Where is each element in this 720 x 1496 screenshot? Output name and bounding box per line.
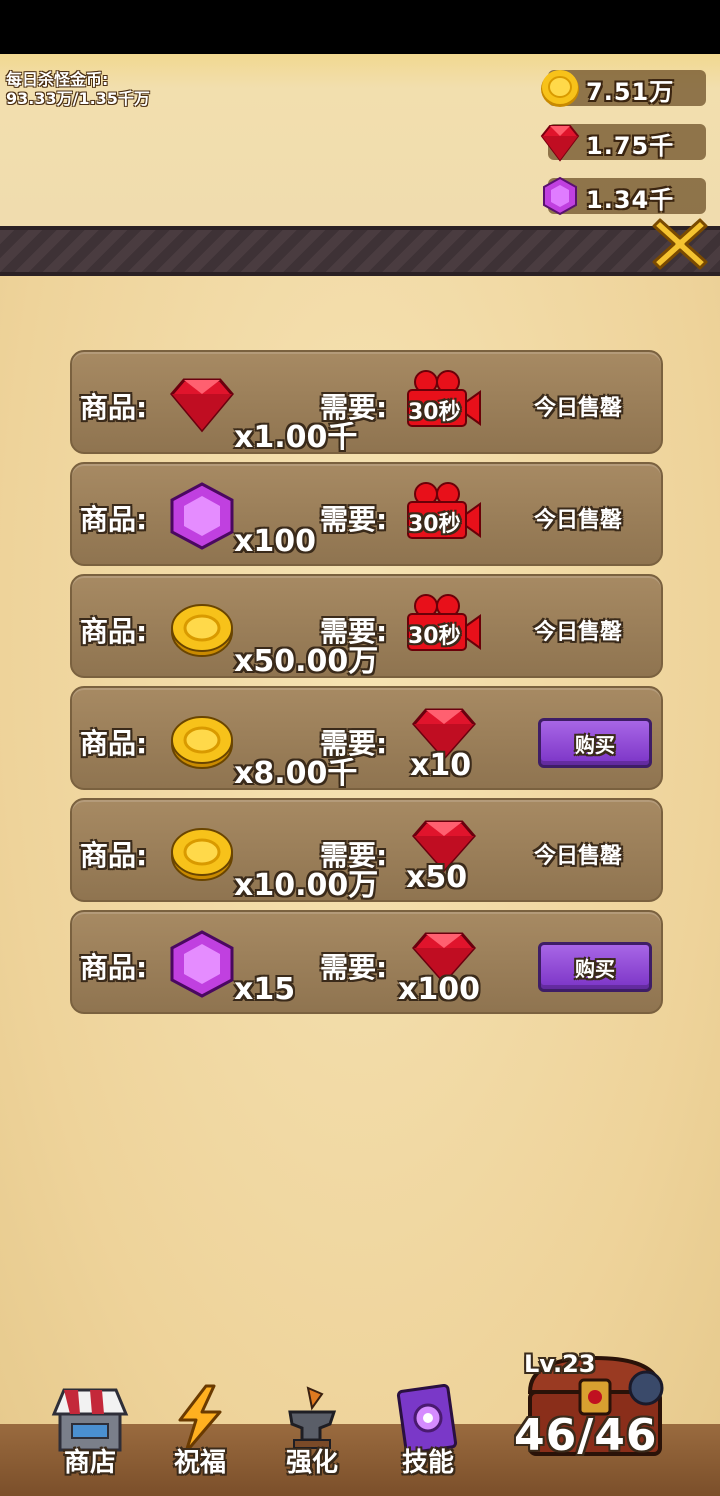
purple-gem-icon <box>170 482 234 550</box>
nav-item-skills[interactable]: 技能 <box>378 1384 478 1484</box>
purple-gem-counter: 1.34千 <box>543 176 706 216</box>
gold-counter: 7.51万 <box>541 70 706 107</box>
ruby-value: 1.75千 <box>586 132 675 160</box>
sold-out-label: 今日售罄 <box>534 396 623 421</box>
cost-quantity: x10 <box>410 748 472 783</box>
item-label: 商品: <box>80 391 148 424</box>
gold-coin-icon <box>171 828 233 881</box>
cost-label: 需要: <box>320 391 388 424</box>
purple-gem-icon <box>543 176 577 216</box>
cost-quantity: x50 <box>406 860 468 895</box>
item-label: 商品: <box>80 615 148 648</box>
video-duration: 30秒 <box>408 624 461 649</box>
cost-quantity: x100 <box>398 972 480 1007</box>
gold-coin-icon <box>171 604 233 657</box>
cost-label: 需要: <box>320 951 388 984</box>
gold-value: 7.51万 <box>586 78 675 106</box>
ruby-counter: 1.75千 <box>540 124 706 162</box>
chest-level: Lv.23 <box>524 1350 596 1378</box>
shop-row: 商品: x10.00万 需要: x50 今日售罄 <box>70 798 663 903</box>
ruby-gem-icon <box>170 378 234 433</box>
buy-button[interactable]: 购买 <box>538 718 652 768</box>
nav-label-shop: 商店 <box>63 1448 116 1478</box>
header-divider <box>0 226 720 276</box>
cost-label: 需要: <box>320 503 388 536</box>
daily-gold-label: 每日杀怪金币: <box>6 70 109 89</box>
nav-label-upgrade: 强化 <box>285 1448 338 1478</box>
chest-count: 46/46 <box>514 1410 658 1461</box>
gold-coin-icon <box>541 70 579 107</box>
daily-gold-info: 每日杀怪金币: 93.33万/1.35千万 <box>6 70 150 108</box>
buy-button[interactable]: 购买 <box>538 942 652 992</box>
sold-out-label: 今日售罄 <box>534 508 623 533</box>
sold-out-label: 今日售罄 <box>534 844 623 869</box>
nav-label-blessing: 祝福 <box>173 1448 226 1478</box>
sold-out-label: 今日售罄 <box>534 620 623 645</box>
top-bar: 每日杀怪金币: 93.33万/1.35千万 7.51万 1.75千 1.34千 <box>0 54 720 226</box>
nav-label-skills: 技能 <box>401 1448 454 1478</box>
shop-row: 商品: x15 需要: x100 购买 <box>70 910 663 1014</box>
cost-label: 需要: <box>320 615 388 648</box>
shop-screen: 每日杀怪金币: 93.33万/1.35千万 7.51万 1.75千 1.34千 … <box>0 54 720 1496</box>
cost-label: 需要: <box>320 727 388 760</box>
purple-gem-icon <box>170 930 234 998</box>
item-quantity: x15 <box>234 972 296 1007</box>
item-label: 商品: <box>80 839 148 872</box>
shop-row: 商品: x8.00千 需要: x10 购买 <box>70 686 663 791</box>
purple-gem-value: 1.34千 <box>586 186 675 214</box>
ruby-gem-icon <box>540 125 580 162</box>
item-quantity: x100 <box>234 524 316 559</box>
shop-row: 商品: x50.00万 需要: 30秒 今日售罄 <box>70 574 663 679</box>
video-duration: 30秒 <box>408 512 461 537</box>
nav-item-upgrade[interactable]: 强化 <box>262 1384 362 1484</box>
item-label: 商品: <box>80 503 148 536</box>
nav-item-blessing[interactable]: 祝福 <box>150 1384 250 1484</box>
cost-label: 需要: <box>320 839 388 872</box>
nav-item-shop[interactable]: 商店 <box>40 1384 140 1484</box>
video-duration: 30秒 <box>408 400 461 425</box>
item-label: 商品: <box>80 727 148 760</box>
gold-coin-icon <box>171 716 233 769</box>
daily-gold-value: 93.33万/1.35千万 <box>6 89 150 108</box>
close-icon[interactable] <box>650 214 710 274</box>
shop-row: 商品: x1.00千 需要: 30秒 今日售罄 <box>70 350 663 455</box>
shop-row: 商品: x100 需要: 30秒 今日售罄 <box>70 462 663 566</box>
item-label: 商品: <box>80 951 148 984</box>
